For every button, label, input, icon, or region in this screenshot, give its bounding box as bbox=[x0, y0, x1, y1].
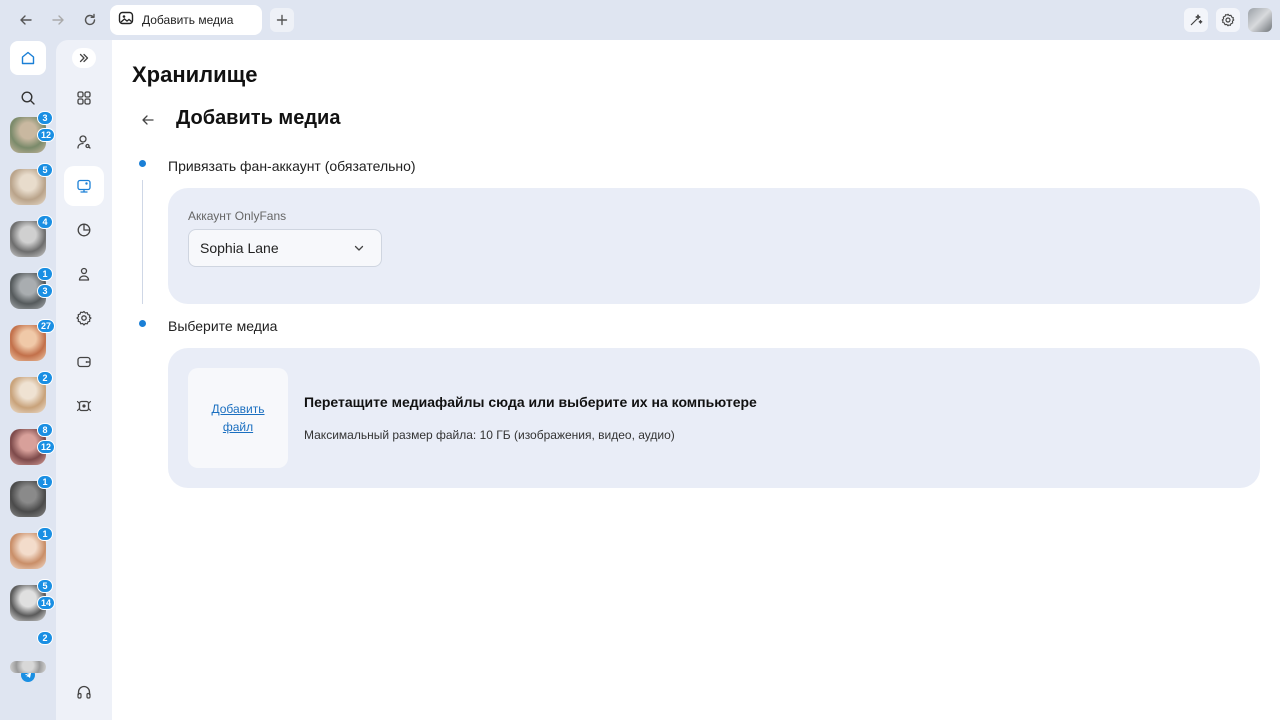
rail-team[interactable] bbox=[64, 254, 104, 294]
back-arrow-icon[interactable] bbox=[16, 10, 36, 30]
unread-badge: 1 bbox=[37, 267, 53, 281]
back-arrow-icon bbox=[142, 115, 154, 125]
unread-badge: 3 bbox=[37, 284, 53, 298]
media-upload-card: Добавить файл Перетащите медиафайлы сюда… bbox=[168, 348, 1260, 488]
step-indicator-2 bbox=[139, 320, 146, 327]
gear-icon bbox=[1221, 13, 1235, 27]
reload-icon[interactable] bbox=[80, 10, 100, 30]
user-icon bbox=[77, 135, 91, 149]
settings-icon bbox=[76, 310, 92, 326]
rail-dashboard[interactable] bbox=[64, 78, 104, 118]
unread-badge: 12 bbox=[37, 128, 56, 142]
rail-settings[interactable] bbox=[64, 298, 104, 338]
forward-arrow-icon[interactable] bbox=[48, 10, 68, 30]
browser-topbar: Добавить медиа bbox=[0, 0, 1280, 40]
rail-analytics[interactable] bbox=[64, 210, 104, 250]
section-title: Добавить медиа bbox=[176, 107, 341, 129]
unread-badge: 3 bbox=[37, 111, 53, 125]
add-file-link[interactable]: Добавить файл bbox=[206, 400, 270, 436]
unread-badge: 14 bbox=[37, 596, 56, 610]
unread-badge: 4 bbox=[37, 215, 53, 229]
rail-ai[interactable] bbox=[64, 386, 104, 426]
step-1-label: Привязать фан-аккаунт (обязательно) bbox=[168, 158, 416, 174]
step-connector bbox=[142, 180, 143, 304]
chevron-down-icon bbox=[354, 245, 364, 251]
add-file-box[interactable]: Добавить файл bbox=[188, 368, 288, 468]
storage-icon bbox=[77, 179, 91, 193]
dashboard-icon bbox=[77, 91, 91, 105]
ai-icon bbox=[76, 400, 92, 412]
selected-account: Sophia Lane bbox=[200, 240, 279, 256]
profile-avatar[interactable] bbox=[1248, 8, 1272, 32]
search-button[interactable] bbox=[18, 88, 38, 108]
nav-rail bbox=[56, 40, 112, 720]
unread-badge: 1 bbox=[37, 527, 53, 541]
account-select[interactable]: Sophia Lane bbox=[188, 229, 382, 267]
dropzone-title: Перетащите медиафайлы сюда или выберите … bbox=[304, 394, 757, 410]
rail-wallet[interactable] bbox=[64, 342, 104, 382]
step-indicator-1 bbox=[139, 160, 146, 167]
main-content: Хранилище Добавить медиа Привязать фан-а… bbox=[112, 40, 1280, 720]
expand-sidebar-button[interactable] bbox=[72, 48, 96, 68]
gallery-icon bbox=[118, 10, 134, 31]
settings-button[interactable] bbox=[1216, 8, 1240, 32]
unread-badge: 2 bbox=[37, 371, 53, 385]
unread-badge: 1 bbox=[37, 475, 53, 489]
wallet-icon bbox=[77, 356, 91, 368]
analytics-icon bbox=[77, 223, 91, 237]
unread-badge: 27 bbox=[37, 319, 56, 333]
dropzone-subtitle: Максимальный размер файла: 10 ГБ (изобра… bbox=[304, 428, 675, 442]
new-tab-button[interactable] bbox=[270, 8, 294, 32]
account-field-label: Аккаунт OnlyFans bbox=[188, 209, 287, 223]
unread-badge: 5 bbox=[37, 163, 53, 177]
headphones-icon bbox=[77, 685, 91, 699]
unread-badge: 5 bbox=[37, 579, 53, 593]
step-2-label: Выберите медиа bbox=[168, 318, 278, 334]
rail-storage[interactable] bbox=[64, 166, 104, 206]
rail-profile[interactable] bbox=[64, 122, 104, 162]
tab-title: Добавить медиа bbox=[142, 13, 234, 27]
search-icon bbox=[21, 91, 35, 105]
chats-column: 3 12 5 4 1 3 27 2 8 12 1 1 5 14 2 bbox=[0, 40, 56, 720]
unread-badge: 8 bbox=[37, 423, 53, 437]
back-button[interactable] bbox=[138, 110, 158, 130]
chat-avatar[interactable] bbox=[10, 661, 46, 673]
account-card: Аккаунт OnlyFans Sophia Lane bbox=[168, 188, 1260, 304]
page-title: Хранилище bbox=[132, 62, 258, 87]
unread-badge: 2 bbox=[37, 631, 53, 645]
home-icon bbox=[21, 51, 35, 65]
plus-icon bbox=[276, 14, 288, 26]
unread-badge: 12 bbox=[37, 440, 56, 454]
browser-tab[interactable]: Добавить медиа bbox=[110, 5, 262, 35]
sparkle-wand-icon bbox=[1190, 14, 1203, 26]
double-chevron-right-icon bbox=[79, 53, 89, 63]
rail-support[interactable] bbox=[64, 672, 104, 712]
team-icon bbox=[78, 267, 90, 281]
home-button[interactable] bbox=[10, 41, 46, 75]
magic-button[interactable] bbox=[1184, 8, 1208, 32]
